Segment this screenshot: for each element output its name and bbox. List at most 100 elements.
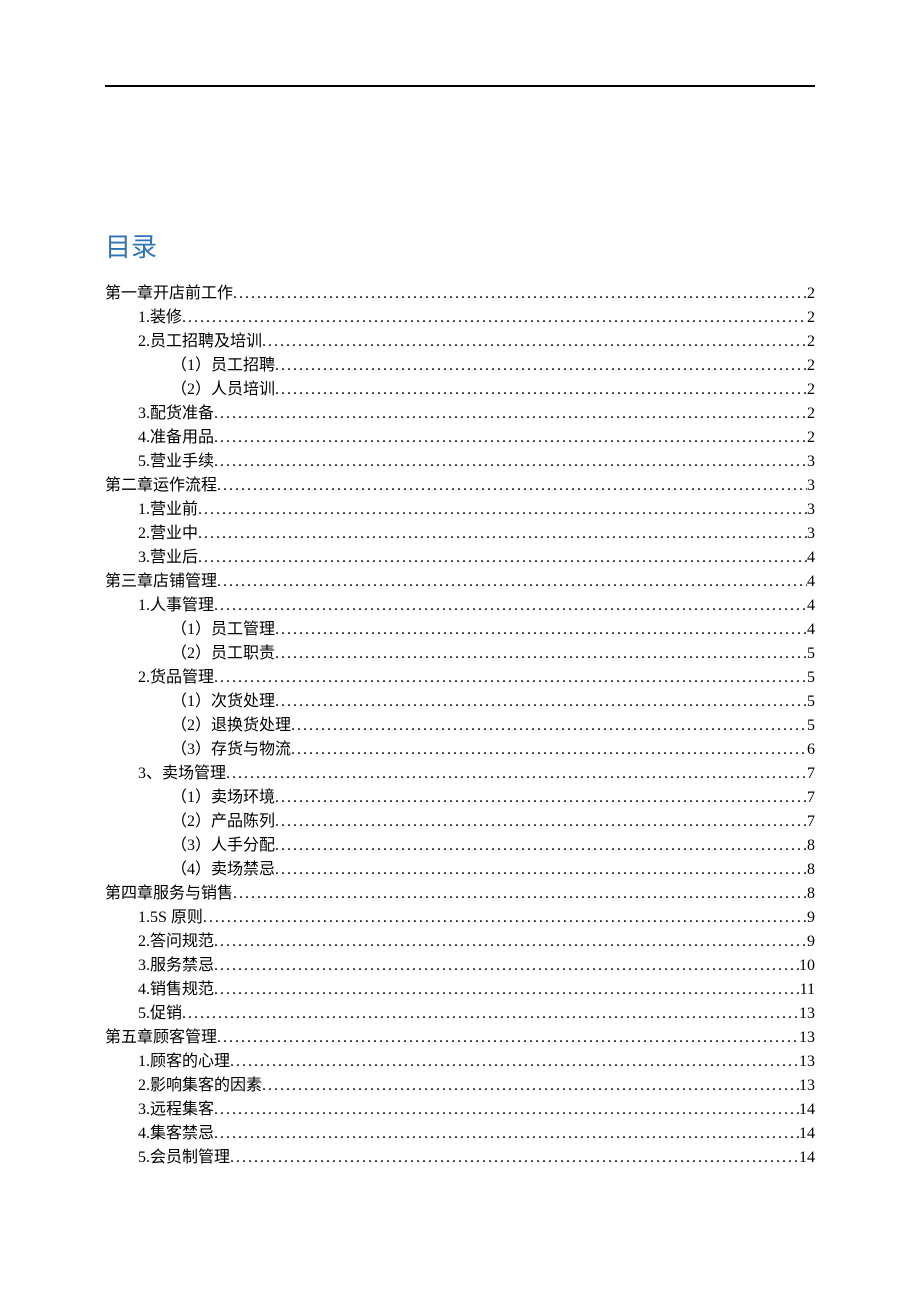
toc-leader-dots [214,978,800,994]
toc-entry-text: （1）卖场环境 [171,786,275,810]
toc-entry-page: 10 [799,954,815,978]
toc-entry[interactable]: （2）产品陈列 7 [105,810,815,834]
toc-entry-page: 2 [807,306,815,330]
toc-entry-text: 2.货品管理 [138,666,214,690]
toc-entry[interactable]: 2.答问规范9 [105,930,815,954]
toc-entry[interactable]: 5.会员制管理 14 [105,1146,815,1170]
toc-entry[interactable]: 1.营业前3 [105,498,815,522]
toc-leader-dots [214,426,807,442]
toc-leader-dots [214,954,799,970]
toc-entry-text: 3.远程集客 [138,1098,214,1122]
toc-entry[interactable]: 4.集客禁忌14 [105,1122,815,1146]
toc-entry-page: 9 [807,906,815,930]
toc-entry-page: 8 [807,858,815,882]
toc-entry[interactable]: （1）员工招聘 2 [105,354,815,378]
toc-entry-text: 2.影响集客的因素 [138,1074,262,1098]
toc-leader-dots [275,810,807,826]
toc-entry[interactable]: 1.装修 2 [105,306,815,330]
toc-entry-page: 4 [807,594,815,618]
toc-entry-page: 5 [807,714,815,738]
toc-entry-text: 5.会员制管理 [138,1146,230,1170]
toc-body: 第一章开店前工作21.装修22.员工招聘及培训2（1）员工招聘2（2）人员培训2… [105,282,815,1170]
toc-entry[interactable]: 1.人事管理 4 [105,594,815,618]
toc-entry[interactable]: 3、卖场管理 7 [105,762,815,786]
toc-entry-page: 11 [800,978,815,1002]
toc-entry[interactable]: （1）员工管理4 [105,618,815,642]
toc-leader-dots [217,570,807,586]
toc-entry[interactable]: 1.顾客的心理 13 [105,1050,815,1074]
toc-entry[interactable]: 2.员工招聘及培训2 [105,330,815,354]
toc-entry[interactable]: 5.促销13 [105,1002,815,1026]
toc-entry[interactable]: 2.影响集客的因素13 [105,1074,815,1098]
toc-entry[interactable]: 第三章店铺管理4 [105,570,815,594]
toc-entry-page: 13 [799,1026,815,1050]
toc-leader-dots [226,762,807,778]
toc-entry[interactable]: （1）次货处理 5 [105,690,815,714]
toc-leader-dots [182,306,807,322]
toc-entry-page: 14 [799,1146,815,1170]
toc-entry-page: 3 [807,498,815,522]
toc-entry-page: 2 [807,330,815,354]
toc-entry[interactable]: 3.服务禁忌 10 [105,954,815,978]
toc-leader-dots [275,786,807,802]
toc-entry-text: （2）产品陈列 [171,810,275,834]
toc-entry[interactable]: 3.营业后 4 [105,546,815,570]
toc-entry-page: 2 [807,354,815,378]
toc-leader-dots [275,858,807,874]
toc-leader-dots [198,522,807,538]
header-rule [105,85,815,87]
toc-entry[interactable]: 第一章开店前工作2 [105,282,815,306]
toc-leader-dots [198,498,807,514]
toc-entry-text: （1）员工招聘 [171,354,275,378]
toc-entry-text: 3.服务禁忌 [138,954,214,978]
toc-entry[interactable]: （4）卖场禁忌 8 [105,858,815,882]
toc-entry[interactable]: 第四章服务与销售8 [105,882,815,906]
toc-entry[interactable]: 第二章运作流程3 [105,474,815,498]
toc-entry[interactable]: 第五章顾客管理 13 [105,1026,815,1050]
toc-entry-text: （3）存货与物流 [171,738,291,762]
toc-entry-page: 4 [807,570,815,594]
toc-entry[interactable]: （2）退换货处理5 [105,714,815,738]
toc-entry[interactable]: 5.营业手续3 [105,450,815,474]
toc-entry-text: 第五章顾客管理 [105,1026,217,1050]
toc-entry-text: 1.顾客的心理 [138,1050,230,1074]
toc-entry-page: 13 [799,1002,815,1026]
toc-entry[interactable]: 2.货品管理5 [105,666,815,690]
toc-entry[interactable]: 2.营业中3 [105,522,815,546]
toc-entry-page: 7 [807,810,815,834]
toc-entry-text: 3、卖场管理 [138,762,226,786]
toc-entry[interactable]: 4.销售规范11 [105,978,815,1002]
toc-entry-page: 7 [807,762,815,786]
toc-entry[interactable]: 1.5S 原则9 [105,906,815,930]
toc-leader-dots [291,738,807,754]
toc-leader-dots [217,1026,799,1042]
toc-leader-dots [291,714,807,730]
toc-entry-page: 4 [807,546,815,570]
toc-leader-dots [214,666,807,682]
toc-entry[interactable]: （2）人员培训2 [105,378,815,402]
toc-leader-dots [198,546,807,562]
toc-entry-page: 8 [807,882,815,906]
toc-entry-text: （3）人手分配 [171,834,275,858]
toc-entry-text: 3.营业后 [138,546,198,570]
toc-entry[interactable]: （2）员工职责5 [105,642,815,666]
toc-entry-page: 13 [799,1050,815,1074]
toc-entry[interactable]: 3.远程集客 14 [105,1098,815,1122]
toc-entry-text: 1.装修 [138,306,182,330]
toc-entry-text: 2.营业中 [138,522,198,546]
toc-entry-text: 5.营业手续 [138,450,214,474]
toc-entry[interactable]: （1）卖场环境7 [105,786,815,810]
toc-entry[interactable]: 4.准备用品2 [105,426,815,450]
toc-leader-dots [217,474,807,490]
toc-entry-text: （2）员工职责 [171,642,275,666]
toc-entry[interactable]: （3）人手分配8 [105,834,815,858]
toc-entry[interactable]: 3.配货准备2 [105,402,815,426]
toc-entry-page: 14 [799,1098,815,1122]
toc-entry-page: 5 [807,690,815,714]
toc-entry-text: 1.人事管理 [138,594,214,618]
toc-leader-dots [275,618,807,634]
toc-leader-dots [214,930,807,946]
toc-entry[interactable]: （3）存货与物流6 [105,738,815,762]
toc-entry-text: （4）卖场禁忌 [171,858,275,882]
toc-entry-text: （1）次货处理 [171,690,275,714]
